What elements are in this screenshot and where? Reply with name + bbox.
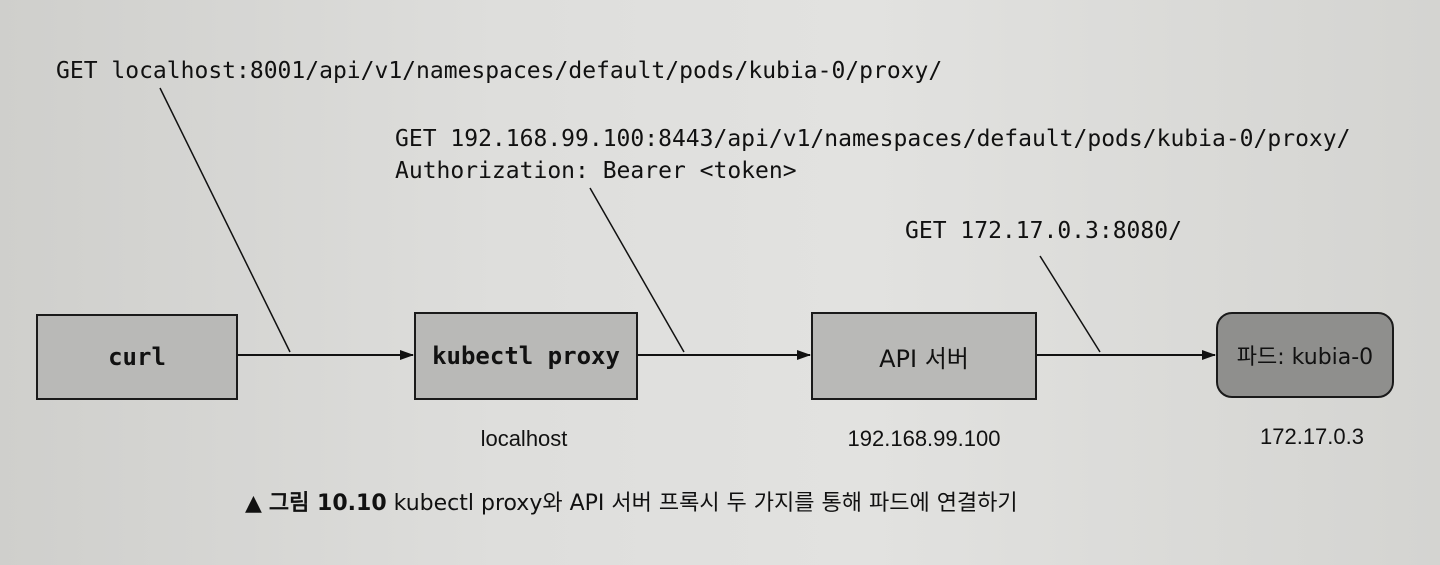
caption-text: kubectl proxy와 API 서버 프록시 두 가지를 통해 파드에 연… [393,491,1018,516]
connector-lines [159,87,1216,360]
caption-figure-number: 그림 10.10 [268,491,387,516]
figure-page: GET localhost:8001/api/v1/namespaces/def… [0,0,1440,565]
kubectl-proxy-node: kubectl proxy [414,312,638,400]
curl-request-text: GET localhost:8001/api/v1/namespaces/def… [56,58,943,84]
callout-line-api-request [1039,255,1101,353]
callout-line-curl-request [159,87,291,353]
proxy-request-line2: Authorization: Bearer <token> [395,158,797,184]
curl-node: curl [36,314,238,400]
caption-triangle-icon: ▲ [245,491,262,516]
kubectl-proxy-address: localhost [480,426,568,451]
kubectl-proxy-node-label: kubectl proxy [432,342,620,370]
pod-address: 172.17.0.3 [1260,424,1364,449]
figure-caption: ▲ 그림 10.10 kubectl proxy와 API 서버 프록시 두 가… [245,485,1018,517]
api-server-node-label: API 서버 [879,344,969,373]
pod-node-label: 파드: kubia-0 [1236,345,1374,370]
curl-node-label: curl [108,343,166,371]
api-request-text: GET 172.17.0.3:8080/ [905,218,1182,244]
api-server-address: 192.168.99.100 [847,426,1001,451]
pod-node: 파드: kubia-0 [1216,312,1394,398]
api-server-node: API 서버 [811,312,1037,400]
proxy-request-line1: GET 192.168.99.100:8443/api/v1/namespace… [395,126,1351,152]
